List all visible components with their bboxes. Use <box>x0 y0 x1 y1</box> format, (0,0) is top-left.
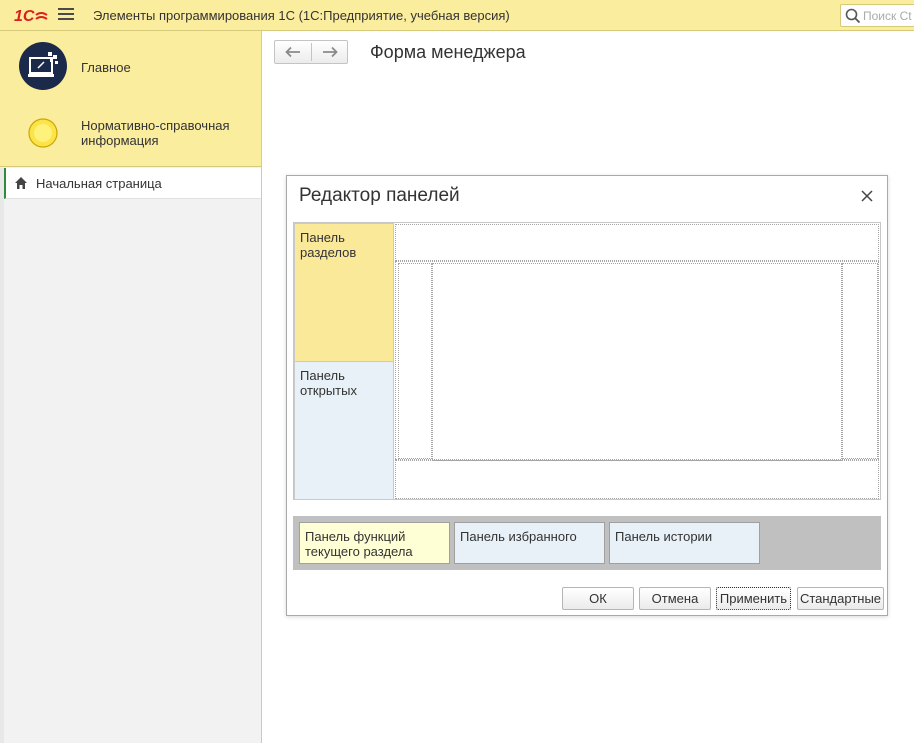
drop-zone-center <box>432 263 842 461</box>
open-panel-slot[interactable]: Панель открытых <box>294 361 394 500</box>
sidebar-item-main[interactable]: Главное <box>0 33 261 99</box>
search-icon[interactable] <box>845 8 861 24</box>
home-icon <box>15 177 27 189</box>
sidebar-item-reference-info[interactable]: Нормативно-справочная информация <box>0 99 261 165</box>
functions-panel-item[interactable]: Панель функций текущего раздела <box>299 522 450 564</box>
panel-editor-dialog: Редактор панелей Панель разделов Панель … <box>286 175 888 616</box>
yellow-circle-icon <box>28 118 58 148</box>
search-input[interactable] <box>863 7 914 24</box>
sections-panel-slot[interactable]: Панель разделов <box>294 223 394 362</box>
sidebar-item-label: Начальная страница <box>36 176 162 191</box>
page-title: Форма менеджера <box>370 42 526 62</box>
sidebar-item-label: Главное <box>81 60 131 75</box>
panel-layout-area: Панель разделов Панель открытых <box>293 222 881 500</box>
hamburger-menu-icon[interactable] <box>58 8 74 22</box>
default-button[interactable]: Стандартные <box>797 587 884 610</box>
cancel-button[interactable]: Отмена <box>639 587 711 610</box>
drop-zone-left[interactable] <box>398 263 432 459</box>
unused-panels-strip: Панель функций текущего раздела Панель и… <box>293 516 881 570</box>
ok-button[interactable]: ОК <box>562 587 634 610</box>
navigation-buttons <box>274 40 348 64</box>
sidebar: Главное Нормативно-справочная информация… <box>0 31 262 743</box>
sidebar-edge <box>0 168 4 743</box>
app-title: Элементы программирования 1С (1С:Предпри… <box>93 8 510 23</box>
arrow-left-icon <box>285 46 300 58</box>
dialog-title: Редактор панелей <box>299 185 460 206</box>
arrow-right-icon <box>323 46 338 58</box>
top-bar: 1С Элементы программирования 1С (1С:Пред… <box>0 0 914 31</box>
sidebar-item-label: Нормативно-справочная информация <box>81 118 230 148</box>
drop-zone-top[interactable] <box>395 224 879 261</box>
sidebar-item-home[interactable]: Начальная страница <box>4 168 261 199</box>
drop-zone-right[interactable] <box>842 263 878 459</box>
favorites-panel-item[interactable]: Панель избранного <box>454 522 605 564</box>
history-panel-item[interactable]: Панель истории <box>609 522 760 564</box>
desktop-icon <box>19 42 67 90</box>
sections-panel: Главное Нормативно-справочная информация <box>0 31 261 167</box>
search-box[interactable] <box>840 4 914 27</box>
close-icon[interactable] <box>859 188 875 204</box>
back-button[interactable] <box>275 41 311 63</box>
svg-text:1С: 1С <box>14 8 35 24</box>
apply-button[interactable]: Применить <box>716 587 791 610</box>
1c-logo-icon[interactable]: 1С <box>14 6 48 24</box>
drop-zone-bottom[interactable] <box>395 459 879 499</box>
forward-button[interactable] <box>312 41 348 63</box>
